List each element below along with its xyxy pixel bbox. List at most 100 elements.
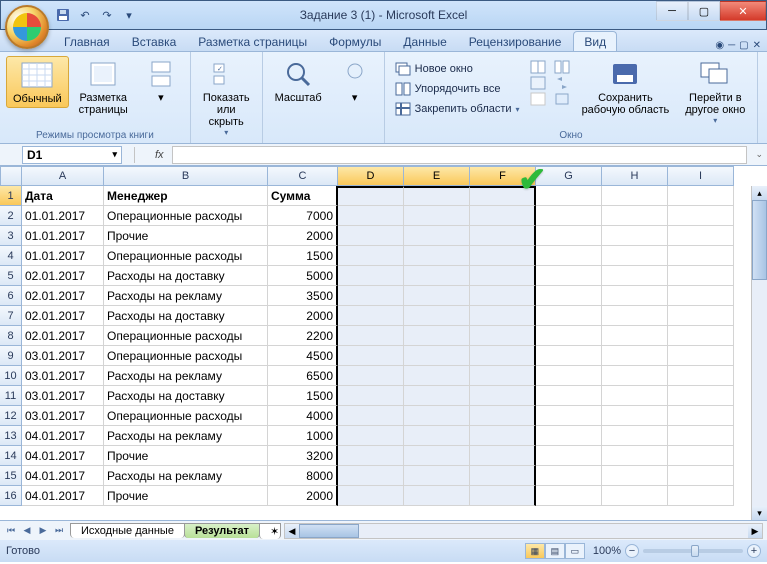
- cell[interactable]: [602, 346, 668, 366]
- cell[interactable]: [602, 466, 668, 486]
- cell[interactable]: 1500: [268, 246, 338, 266]
- cell[interactable]: [338, 246, 404, 266]
- cell[interactable]: Прочие: [104, 226, 268, 246]
- cell[interactable]: 4000: [268, 406, 338, 426]
- cell[interactable]: [404, 386, 470, 406]
- cell[interactable]: [536, 406, 602, 426]
- cell[interactable]: [668, 226, 734, 246]
- cell[interactable]: Дата: [22, 186, 104, 206]
- zoom-button[interactable]: Масштаб: [269, 56, 328, 106]
- office-button[interactable]: [5, 5, 49, 49]
- cell[interactable]: [404, 406, 470, 426]
- row-header[interactable]: 7: [0, 306, 22, 326]
- cell[interactable]: [470, 246, 536, 266]
- cell[interactable]: 01.01.2017: [22, 226, 104, 246]
- col-header-B[interactable]: B: [104, 166, 268, 186]
- new-window-button[interactable]: Новое окно: [391, 60, 524, 78]
- cell[interactable]: [338, 406, 404, 426]
- cell[interactable]: [668, 306, 734, 326]
- redo-icon[interactable]: ↷: [99, 7, 115, 23]
- cell[interactable]: [338, 446, 404, 466]
- cell[interactable]: [602, 286, 668, 306]
- zoom-out-button[interactable]: −: [625, 544, 639, 558]
- cell[interactable]: [536, 226, 602, 246]
- tab-data[interactable]: Данные: [393, 32, 456, 51]
- cell[interactable]: [470, 266, 536, 286]
- vertical-scrollbar[interactable]: ▴ ▾: [751, 186, 767, 520]
- statusbar-pagebreak-view-icon[interactable]: ▭: [565, 543, 585, 559]
- col-header-H[interactable]: H: [602, 166, 668, 186]
- sidebyside-icon[interactable]: [554, 60, 570, 74]
- cell[interactable]: Расходы на рекламу: [104, 466, 268, 486]
- cell[interactable]: [668, 386, 734, 406]
- cell[interactable]: 5000: [268, 266, 338, 286]
- cell[interactable]: [404, 446, 470, 466]
- row-header[interactable]: 5: [0, 266, 22, 286]
- cell[interactable]: [668, 346, 734, 366]
- cell[interactable]: [536, 366, 602, 386]
- cell[interactable]: 1000: [268, 426, 338, 446]
- cell[interactable]: 03.01.2017: [22, 366, 104, 386]
- tab-review[interactable]: Рецензирование: [459, 32, 572, 51]
- cell[interactable]: 04.01.2017: [22, 426, 104, 446]
- cell[interactable]: [338, 286, 404, 306]
- cell[interactable]: [338, 206, 404, 226]
- cell[interactable]: 7000: [268, 206, 338, 226]
- page-layout-button[interactable]: Разметка страницы: [73, 56, 134, 118]
- cell[interactable]: [536, 266, 602, 286]
- vscroll-thumb[interactable]: [752, 200, 767, 280]
- namebox-dropdown-icon[interactable]: ▾: [112, 149, 117, 160]
- cell[interactable]: [338, 226, 404, 246]
- sheet-tab-source[interactable]: Исходные данные: [70, 523, 185, 538]
- cell[interactable]: 2200: [268, 326, 338, 346]
- cell[interactable]: [668, 206, 734, 226]
- cell[interactable]: 03.01.2017: [22, 386, 104, 406]
- cell[interactable]: [602, 386, 668, 406]
- row-header[interactable]: 15: [0, 466, 22, 486]
- cell[interactable]: [470, 306, 536, 326]
- cell[interactable]: Операционные расходы: [104, 346, 268, 366]
- cell[interactable]: [602, 206, 668, 226]
- row-header[interactable]: 13: [0, 426, 22, 446]
- hide-icon[interactable]: [530, 76, 546, 90]
- cell[interactable]: [404, 266, 470, 286]
- sheet-nav-prev-icon[interactable]: ◀: [20, 525, 34, 536]
- scroll-left-icon[interactable]: ◀: [285, 524, 299, 538]
- scroll-down-icon[interactable]: ▾: [752, 506, 767, 520]
- statusbar-pagelayout-view-icon[interactable]: ▤: [545, 543, 565, 559]
- cell[interactable]: [536, 446, 602, 466]
- split-icon[interactable]: [530, 60, 546, 74]
- cell[interactable]: [536, 486, 602, 506]
- cell[interactable]: [536, 386, 602, 406]
- cell[interactable]: [338, 466, 404, 486]
- cell[interactable]: [338, 266, 404, 286]
- cell[interactable]: [668, 446, 734, 466]
- cell[interactable]: Менеджер: [104, 186, 268, 206]
- cell[interactable]: [602, 246, 668, 266]
- cell[interactable]: Прочие: [104, 446, 268, 466]
- cell[interactable]: [338, 366, 404, 386]
- cell[interactable]: 01.01.2017: [22, 206, 104, 226]
- cell[interactable]: [404, 466, 470, 486]
- cell[interactable]: [470, 346, 536, 366]
- cell[interactable]: [602, 226, 668, 246]
- cell[interactable]: [602, 426, 668, 446]
- workbook-close-icon[interactable]: ✕: [753, 40, 761, 51]
- cell[interactable]: [404, 246, 470, 266]
- tab-formulas[interactable]: Формулы: [319, 32, 391, 51]
- cell[interactable]: [338, 386, 404, 406]
- cell[interactable]: [536, 466, 602, 486]
- cell[interactable]: [602, 306, 668, 326]
- save-icon[interactable]: [55, 7, 71, 23]
- cell[interactable]: [338, 486, 404, 506]
- cell[interactable]: [536, 246, 602, 266]
- freeze-panes-button[interactable]: Закрепить области: [391, 100, 524, 118]
- close-button[interactable]: ✕: [720, 1, 766, 21]
- cell[interactable]: 04.01.2017: [22, 486, 104, 506]
- cell[interactable]: 2000: [268, 226, 338, 246]
- cell[interactable]: [536, 206, 602, 226]
- unhide-icon[interactable]: [530, 92, 546, 106]
- name-box[interactable]: D1▾: [22, 146, 122, 164]
- save-workspace-button[interactable]: Сохранить рабочую область: [576, 56, 676, 118]
- row-header[interactable]: 9: [0, 346, 22, 366]
